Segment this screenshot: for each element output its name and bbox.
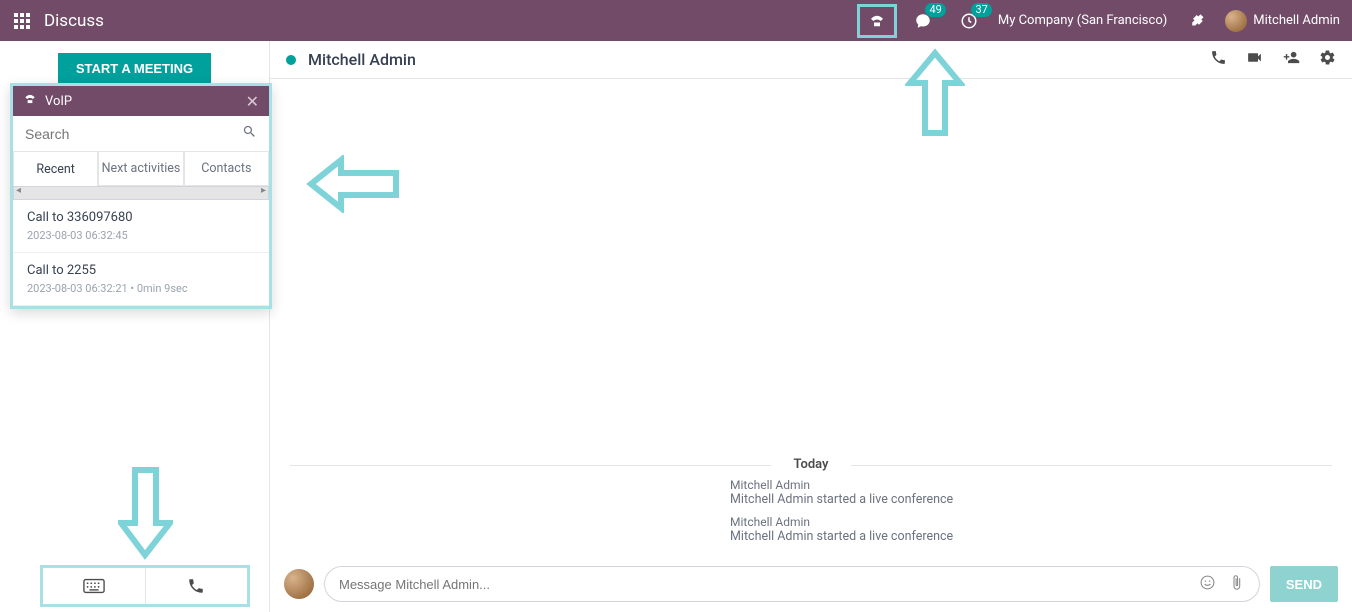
tab-next-activities[interactable]: Next activities [98, 152, 183, 186]
user-name: Mitchell Admin [1253, 13, 1340, 28]
emoji-icon[interactable] [1199, 574, 1216, 595]
chat-body: Today Mitchell Admin Mitchell Admin star… [270, 79, 1352, 556]
voip-bottom-controls [40, 565, 250, 607]
presence-dot [286, 55, 296, 65]
voip-topbar-icon[interactable] [860, 7, 894, 35]
avatar [1225, 10, 1247, 32]
start-meeting-button[interactable]: START A MEETING [58, 53, 211, 84]
gear-icon[interactable] [1319, 49, 1336, 70]
voip-search-input[interactable] [25, 126, 242, 142]
video-icon[interactable] [1245, 49, 1264, 70]
voip-tabs: Recent Next activities Contacts [13, 152, 269, 186]
message-author: Mitchell Admin [730, 478, 1332, 492]
company-selector[interactable]: My Company (San Francisco) [998, 13, 1167, 28]
call-icon[interactable] [1210, 49, 1227, 70]
debug-icon[interactable] [1179, 7, 1213, 35]
activities-icon[interactable]: 37 [952, 7, 986, 35]
annotation-arrow-left [306, 155, 401, 217]
voip-call-sub: 2023-08-03 06:32:45 [27, 229, 255, 242]
apps-menu-icon[interactable] [12, 11, 32, 31]
voip-call-item[interactable]: Call to 336097680 2023-08-03 06:32:45 [13, 200, 269, 253]
chat-title: Mitchell Admin [308, 50, 416, 69]
activities-badge: 37 [971, 3, 991, 17]
chat-compose: SEND [270, 556, 1352, 612]
avatar [284, 569, 314, 599]
dial-button[interactable] [146, 568, 248, 604]
annotation-arrow-down [118, 465, 173, 564]
voip-call-list: Call to 336097680 2023-08-03 06:32:45 Ca… [13, 200, 269, 306]
send-button[interactable]: SEND [1270, 566, 1338, 602]
voip-call-title: Call to 2255 [27, 263, 255, 278]
voip-scroll-strip[interactable] [13, 186, 269, 200]
app-title: Discuss [44, 11, 104, 31]
voip-search [13, 116, 269, 152]
voip-call-title: Call to 336097680 [27, 210, 255, 225]
message-text: Mitchell Admin started a live conference [730, 529, 1332, 544]
voip-header[interactable]: VoIP ✕ [13, 86, 269, 116]
messages-badge: 49 [925, 3, 945, 17]
tab-recent[interactable]: Recent [13, 152, 98, 186]
message-author: Mitchell Admin [730, 515, 1332, 529]
annotation-arrow-up [905, 48, 965, 142]
chat-header: Mitchell Admin [270, 41, 1352, 79]
voip-panel: VoIP ✕ Recent Next activities Contacts C… [10, 83, 272, 309]
tab-contacts[interactable]: Contacts [184, 152, 269, 186]
attachment-icon[interactable] [1228, 574, 1245, 595]
close-icon[interactable]: ✕ [246, 92, 259, 111]
user-menu[interactable]: Mitchell Admin [1225, 10, 1340, 32]
voip-call-sub: 2023-08-03 06:32:21 • 0min 9sec [27, 282, 255, 295]
keypad-button[interactable] [43, 568, 146, 604]
voip-phone-icon [23, 93, 37, 109]
messages-icon[interactable]: 49 [906, 7, 940, 35]
message-text: Mitchell Admin started a live conference [730, 492, 1332, 507]
message-block: Mitchell Admin Mitchell Admin started a … [290, 515, 1332, 544]
voip-call-item[interactable]: Call to 2255 2023-08-03 06:32:21 • 0min … [13, 253, 269, 306]
top-navbar: Discuss 49 37 My Company (San Francisco)… [0, 0, 1352, 41]
date-separator: Today [290, 457, 1332, 472]
voip-title: VoIP [45, 94, 72, 109]
message-block: Mitchell Admin Mitchell Admin started a … [290, 478, 1332, 507]
add-user-icon[interactable] [1282, 49, 1301, 70]
search-icon[interactable] [242, 124, 257, 143]
message-input[interactable] [339, 577, 1199, 592]
